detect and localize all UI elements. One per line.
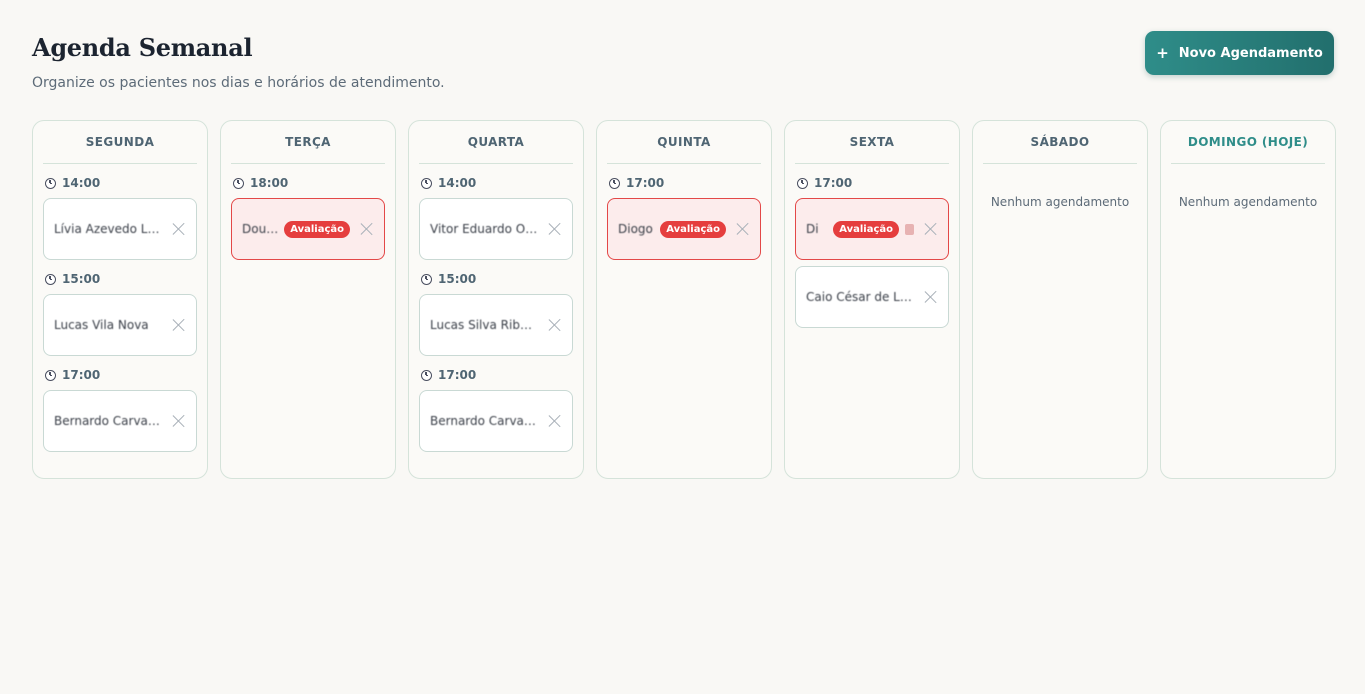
slot-time-label: 15:00 xyxy=(62,272,101,286)
day-header: SEXTA xyxy=(795,121,949,164)
slot-time-label: 17:00 xyxy=(62,368,101,382)
patient-name: Bernardo Carvalho xyxy=(54,414,162,428)
evaluation-badge: Avaliação xyxy=(833,220,899,238)
evaluation-badge: Avaliação xyxy=(284,220,350,238)
remove-appointment-close-icon[interactable] xyxy=(360,222,374,236)
slot-time: 15:00 xyxy=(421,270,573,288)
day-column: DOMINGO (HOJE) Nenhum agendamento xyxy=(1160,120,1336,479)
day-header: DOMINGO (HOJE) xyxy=(1171,121,1325,164)
clock-icon xyxy=(797,177,808,189)
appointment-card[interactable]: Lucas Vila Nova xyxy=(43,294,197,356)
remove-appointment-close-icon[interactable] xyxy=(924,222,938,236)
slot-time: 14:00 xyxy=(45,174,197,192)
slot-time: 17:00 xyxy=(45,366,197,384)
slot-time-label: 15:00 xyxy=(438,272,477,286)
remove-appointment-close-icon[interactable] xyxy=(548,414,562,428)
slot-time: 17:00 xyxy=(421,366,573,384)
appointment-card[interactable]: Di Avaliação xyxy=(795,198,949,260)
slot-time-label: 18:00 xyxy=(250,176,289,190)
remove-appointment-close-icon[interactable] xyxy=(172,414,186,428)
day-column: SÁBADO Nenhum agendamento xyxy=(972,120,1148,479)
day-column: QUARTA 14:00 Vitor Eduardo Oliveira 15:00 Lu… xyxy=(408,120,584,479)
slot-time: 15:00 xyxy=(45,270,197,288)
empty-day-text: Nenhum agendamento xyxy=(1178,195,1318,209)
remove-appointment-close-icon[interactable] xyxy=(548,318,562,332)
day-header: QUARTA xyxy=(419,121,573,164)
remove-appointment-close-icon[interactable] xyxy=(172,318,186,332)
clock-icon xyxy=(45,369,56,381)
appointment-card[interactable]: Diogo Avaliação xyxy=(607,198,761,260)
patient-name: Di xyxy=(806,222,819,236)
day-column: SEXTA 17:00 Di Avaliação Caio César de Lima xyxy=(784,120,960,479)
remove-appointment-close-icon[interactable] xyxy=(924,290,938,304)
clock-icon xyxy=(233,177,244,189)
page-subtitle: Organize os pacientes nos dias e horário… xyxy=(32,75,445,91)
day-column: TERÇA 18:00 Douglas Avaliação xyxy=(220,120,396,479)
appointment-card[interactable]: Vitor Eduardo Oliveira xyxy=(419,198,573,260)
slot-time-label: 14:00 xyxy=(62,176,101,190)
slot-time: 14:00 xyxy=(421,174,573,192)
clock-icon xyxy=(421,177,432,189)
clock-icon xyxy=(45,273,56,285)
appointment-card[interactable]: Douglas Avaliação xyxy=(231,198,385,260)
plus-icon: + xyxy=(1156,44,1169,62)
patient-name: Lucas Vila Nova xyxy=(54,318,149,332)
slot-time-label: 17:00 xyxy=(626,176,665,190)
clock-icon xyxy=(421,273,432,285)
day-column: SEGUNDA 14:00 Lívia Azevedo Lima 15:00 Lucas… xyxy=(32,120,208,479)
patient-name: Lívia Azevedo Lima xyxy=(54,222,162,236)
patient-name: Lucas Silva Ribeiro xyxy=(430,318,538,332)
patient-name: Diogo xyxy=(618,222,653,236)
new-appointment-label: Novo Agendamento xyxy=(1178,45,1323,61)
patient-name: Vitor Eduardo Oliveira xyxy=(430,222,538,236)
slot-time: 17:00 xyxy=(797,174,949,192)
clock-icon xyxy=(609,177,620,189)
new-appointment-button[interactable]: + Novo Agendamento xyxy=(1145,31,1334,75)
slot-time-label: 17:00 xyxy=(814,176,853,190)
day-header: TERÇA xyxy=(231,121,385,164)
appointment-card[interactable]: Lucas Silva Ribeiro xyxy=(419,294,573,356)
appointment-card[interactable]: Lívia Azevedo Lima xyxy=(43,198,197,260)
slot-time-label: 17:00 xyxy=(438,368,477,382)
clock-icon xyxy=(45,177,56,189)
patient-name: Caio César de Lima xyxy=(806,290,914,304)
patient-name: Douglas xyxy=(242,222,278,236)
remove-appointment-close-icon[interactable] xyxy=(548,222,562,236)
day-column: QUINTA 17:00 Diogo Avaliação xyxy=(596,120,772,479)
remove-appointment-close-icon[interactable] xyxy=(736,222,750,236)
evaluation-badge: Avaliação xyxy=(660,220,726,238)
weekly-schedule: SEGUNDA 14:00 Lívia Azevedo Lima 15:00 Lucas… xyxy=(32,120,1336,479)
day-header: QUINTA xyxy=(607,121,761,164)
remove-appointment-close-icon[interactable] xyxy=(172,222,186,236)
day-header: SEGUNDA xyxy=(43,121,197,164)
appointment-card[interactable]: Bernardo Carvalho xyxy=(43,390,197,452)
clock-icon xyxy=(421,369,432,381)
slot-time: 17:00 xyxy=(609,174,761,192)
page-title: Agenda Semanal xyxy=(32,33,253,62)
appointment-card[interactable]: Caio César de Lima xyxy=(795,266,949,328)
appointment-card[interactable]: Bernardo Carvalho xyxy=(419,390,573,452)
note-icon[interactable] xyxy=(905,223,914,235)
day-header: SÁBADO xyxy=(983,121,1137,164)
slot-time-label: 14:00 xyxy=(438,176,477,190)
empty-day-text: Nenhum agendamento xyxy=(990,195,1130,209)
slot-time: 18:00 xyxy=(233,174,385,192)
patient-name: Bernardo Carvalho xyxy=(430,414,538,428)
